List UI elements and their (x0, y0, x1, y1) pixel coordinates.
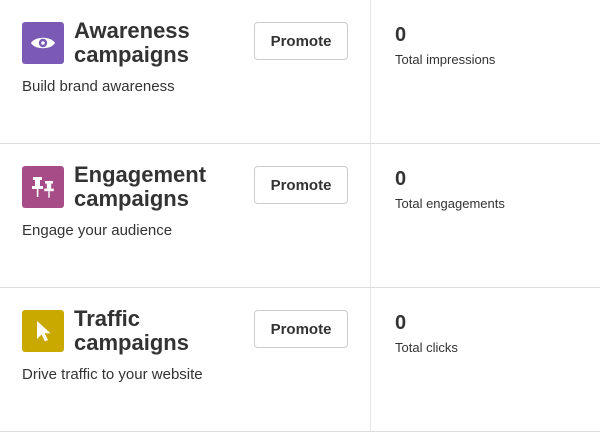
stat-value-engagements: 0 (395, 168, 407, 190)
campaign-title-line1: Awareness (74, 18, 190, 43)
row-divider (370, 288, 371, 431)
stat-label-engagements: Total engagements (395, 196, 505, 211)
eye-icon (31, 37, 55, 49)
campaign-title-line2: campaigns (74, 186, 189, 211)
campaign-title-line2: campaigns (74, 42, 189, 67)
campaign-title: Engagement campaigns (74, 163, 244, 211)
cursor-icon (37, 321, 51, 342)
campaign-row-awareness: Awareness campaigns Build brand awarenes… (0, 0, 600, 144)
campaign-description: Build brand awareness (22, 78, 175, 95)
campaign-row-traffic: Traffic campaigns Drive traffic to your … (0, 288, 600, 432)
campaign-title-line2: campaigns (74, 330, 189, 355)
pushpin-icon (32, 177, 54, 198)
promote-button-awareness[interactable]: Promote (254, 22, 348, 60)
stat-value-impressions: 0 (395, 24, 407, 46)
stat-value-clicks: 0 (395, 312, 407, 334)
campaign-list: Awareness campaigns Build brand awarenes… (0, 0, 600, 433)
row-divider (370, 0, 371, 143)
stat-label-impressions: Total impressions (395, 52, 496, 67)
campaign-title: Traffic campaigns (74, 307, 244, 355)
campaign-description: Engage your audience (22, 222, 173, 239)
engagement-icon-box (22, 166, 64, 208)
traffic-icon-box (22, 310, 64, 352)
campaign-title-line1: Engagement (74, 162, 207, 187)
campaign-title-line1: Traffic (74, 306, 141, 331)
awareness-icon-box (22, 22, 64, 64)
row-divider (370, 144, 371, 287)
promote-button-engagement[interactable]: Promote (254, 166, 348, 204)
campaign-row-engagement: Engagement campaigns Engage your audienc… (0, 144, 600, 288)
stat-label-clicks: Total clicks (395, 340, 458, 355)
promote-button-traffic[interactable]: Promote (254, 310, 348, 348)
campaign-title: Awareness campaigns (74, 19, 244, 67)
campaign-description: Drive traffic to your website (22, 366, 203, 383)
